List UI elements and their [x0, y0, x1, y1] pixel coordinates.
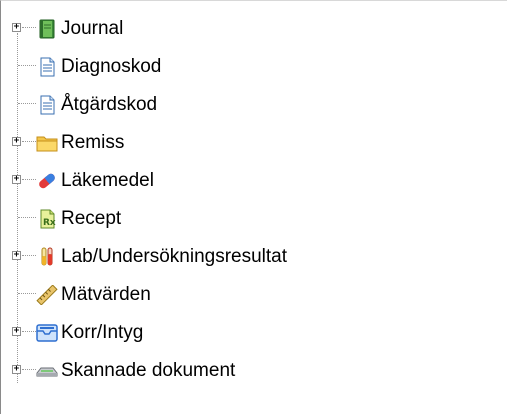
tree-item-label: Korr/Intyg: [61, 322, 144, 343]
expand-toggle-lab[interactable]: +: [12, 251, 21, 260]
tree-item-label: Remiss: [61, 132, 125, 153]
document-icon: [35, 94, 59, 116]
tree-item-label: Recept: [61, 208, 122, 229]
pill-capsule-icon: [35, 170, 59, 192]
scanner-icon: [35, 360, 59, 382]
tree-item-recept[interactable]: Rx Recept: [1, 200, 481, 238]
tree-item-label: Läkemedel: [61, 170, 154, 191]
tree-item-label: Mätvärden: [61, 284, 151, 305]
journal-book-icon: [35, 18, 59, 40]
mail-tray-icon: [35, 322, 59, 344]
tree-branch-line: [18, 293, 36, 294]
test-tubes-icon: [35, 246, 59, 268]
tree-item-lakemedel[interactable]: + Läkemedel: [1, 162, 481, 200]
tree-branch-line: [18, 103, 36, 104]
tree-item-journal[interactable]: + Journal: [1, 10, 481, 48]
tree-branch-line: [22, 369, 36, 370]
tree-item-label: Åtgärdskod: [61, 94, 158, 115]
tree-item-lab-undersokningsresultat[interactable]: + Lab/Undersökningsresultat: [1, 238, 481, 276]
document-icon: [35, 56, 59, 78]
tree-item-atgardskod[interactable]: Åtgärdskod: [1, 86, 481, 124]
tree-item-label: Diagnoskod: [61, 56, 162, 77]
expand-toggle-remiss[interactable]: +: [12, 137, 21, 146]
svg-text:Rx: Rx: [43, 218, 56, 228]
tree-item-korr-intyg[interactable]: + Korr/Intyg: [1, 314, 481, 352]
tree-branch-line: [18, 65, 36, 66]
tree-item-matvarden[interactable]: Mätvärden: [1, 276, 481, 314]
tree-branch-line: [22, 27, 36, 28]
tree-panel: + Journal Diagnoskod Åtgärdskod + Remiss…: [0, 0, 507, 414]
prescription-icon: Rx: [35, 208, 59, 230]
ruler-icon: [35, 284, 59, 306]
tree-item-diagnoskod[interactable]: Diagnoskod: [1, 48, 481, 86]
tree-branch-line: [22, 331, 36, 332]
tree-branch-line: [22, 179, 36, 180]
tree-branch-line: [22, 255, 36, 256]
tree-item-remiss[interactable]: + Remiss: [1, 124, 481, 162]
tree-item-label: Skannade dokument: [61, 360, 236, 381]
tree-branch-line: [22, 141, 36, 142]
expand-toggle-journal[interactable]: +: [12, 23, 21, 32]
tree-item-skannade-dokument[interactable]: + Skannade dokument: [1, 352, 481, 390]
navigation-tree: + Journal Diagnoskod Åtgärdskod + Remiss…: [1, 1, 507, 414]
expand-toggle-skannade[interactable]: +: [12, 365, 21, 374]
expand-toggle-lakemedel[interactable]: +: [12, 175, 21, 184]
expand-toggle-korr[interactable]: +: [12, 327, 21, 336]
folder-icon: [35, 132, 59, 154]
tree-item-label: Journal: [61, 18, 124, 39]
tree-item-label: Lab/Undersökningsresultat: [61, 246, 288, 267]
tree-branch-line: [18, 217, 36, 218]
